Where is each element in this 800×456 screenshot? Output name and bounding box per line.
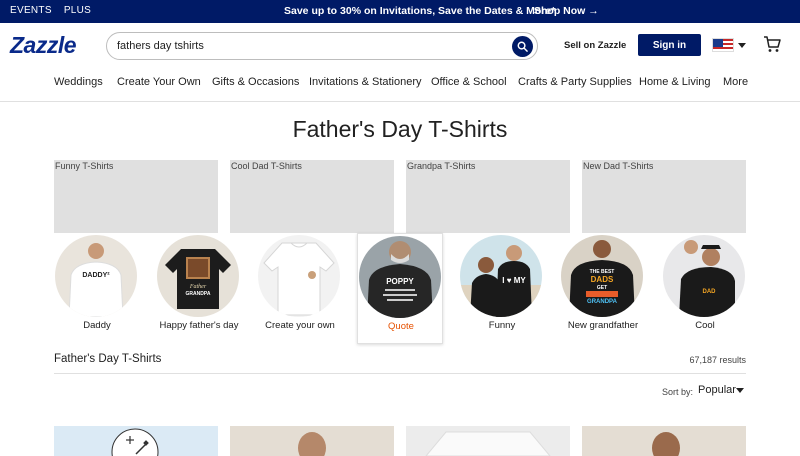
promo-message[interactable]: Save up to 30% on Invitations, Save the …	[284, 5, 555, 17]
tile-label: Funny T-Shirts	[55, 161, 114, 171]
results-count: 67,187 results	[689, 355, 746, 365]
divider	[54, 373, 746, 374]
filter-create-your-own[interactable]: Create your own	[257, 233, 343, 344]
tile-new-dad-tshirts[interactable]: New Dad T-Shirts	[582, 160, 746, 233]
shirt-print-text: DADDY²	[82, 272, 110, 279]
product-card-create[interactable]	[54, 426, 218, 456]
sort-label: Sort by:	[662, 387, 694, 397]
page-title: Father's Day T-Shirts	[292, 116, 508, 142]
tile-cool-dad-tshirts[interactable]: Cool Dad T-Shirts	[230, 160, 394, 233]
filter-funny[interactable]: I ♥ MY Funny	[459, 233, 545, 344]
country-selector[interactable]	[712, 37, 748, 53]
filter-quote[interactable]: POPPY Quote	[357, 233, 443, 344]
filter-daddy[interactable]: DADDY² Daddy	[54, 233, 140, 344]
tile-grandpa-tshirts[interactable]: Grandpa T-Shirts	[406, 160, 570, 233]
search-bar	[106, 32, 538, 60]
plus-link[interactable]: PLUS	[64, 5, 91, 16]
customize-icon	[111, 428, 159, 456]
quote-shirt-image: POPPY	[359, 236, 441, 318]
search-input[interactable]	[117, 38, 497, 54]
us-flag-icon	[712, 38, 734, 52]
nav-gifts-occasions[interactable]: Gifts & Occasions	[212, 76, 299, 88]
chevron-down-icon[interactable]	[736, 388, 744, 393]
site-header: Zazzle Sell on Zazzle Sign in	[0, 23, 800, 68]
search-button[interactable]	[512, 36, 533, 57]
shirt-print-text: DAD	[703, 289, 717, 295]
chevron-down-icon	[738, 42, 746, 48]
shirt-print-text: POPPY	[386, 277, 414, 286]
sort-dropdown[interactable]: Popular	[698, 384, 736, 396]
events-link[interactable]: EVENTS	[10, 5, 52, 16]
svg-text:Father: Father	[189, 284, 207, 290]
nav-crafts-party[interactable]: Crafts & Party Supplies	[518, 76, 632, 88]
product-image	[652, 432, 680, 456]
nav-office-school[interactable]: Office & School	[431, 76, 507, 88]
product-image	[298, 432, 326, 456]
tile-funny-tshirts[interactable]: Funny T-Shirts	[54, 160, 218, 233]
tile-label: Grandpa T-Shirts	[407, 161, 476, 171]
svg-text:GRANDPA: GRANDPA	[587, 299, 618, 305]
tile-label: New Dad T-Shirts	[583, 161, 654, 171]
results-title: Father's Day T-Shirts	[54, 353, 162, 365]
filter-cool[interactable]: DAD Cool	[662, 233, 748, 344]
nav-home-living[interactable]: Home & Living	[639, 76, 711, 88]
cool-shirt-image: DAD	[663, 235, 745, 317]
svg-text:DADS: DADS	[591, 275, 614, 284]
shirt-print-text: I ♥ MY	[502, 276, 526, 285]
photo-shirt-image: Father GRANDPA	[157, 235, 239, 317]
filter-happy-fathers-day[interactable]: Father GRANDPA Happy father's day	[156, 233, 242, 344]
sign-in-button[interactable]: Sign in	[638, 34, 701, 56]
grandpa-shirt-image: THE BEST DADS GET GRANDPA	[561, 235, 643, 317]
nav-create-your-own[interactable]: Create Your Own	[117, 76, 201, 88]
cart-icon[interactable]	[762, 34, 782, 54]
nav-more[interactable]: More	[723, 76, 748, 88]
product-image	[425, 431, 551, 456]
svg-text:GET: GET	[597, 285, 607, 291]
promo-bar: EVENTS PLUS Save up to 30% on Invitation…	[0, 0, 800, 23]
filter-label: Cool	[695, 320, 715, 331]
product-card-2[interactable]	[230, 426, 394, 456]
product-card-4[interactable]	[582, 426, 746, 456]
nav-invitations-stationery[interactable]: Invitations & Stationery	[309, 76, 422, 88]
sell-on-zazzle-link[interactable]: Sell on Zazzle	[564, 40, 626, 51]
search-icon	[517, 41, 528, 52]
blank-shirt-image	[258, 235, 340, 317]
zazzle-logo[interactable]: Zazzle	[10, 32, 77, 59]
nav-weddings[interactable]: Weddings	[54, 76, 103, 88]
daddy-shirt-image: DADDY²	[55, 235, 137, 317]
product-card-3[interactable]	[406, 426, 570, 456]
promo-links: EVENTS PLUS	[10, 5, 91, 16]
funny-shirt-image: I ♥ MY	[460, 235, 542, 317]
shirt-print-text: GRANDPA	[186, 291, 211, 297]
tile-label: Cool Dad T-Shirts	[231, 161, 302, 171]
filter-new-grandfather[interactable]: THE BEST DADS GET GRANDPA New grandfathe…	[560, 233, 646, 344]
main-nav: Weddings Create Your Own Gifts & Occasio…	[0, 68, 800, 102]
shop-now-link[interactable]: Shop Now →	[534, 5, 599, 17]
